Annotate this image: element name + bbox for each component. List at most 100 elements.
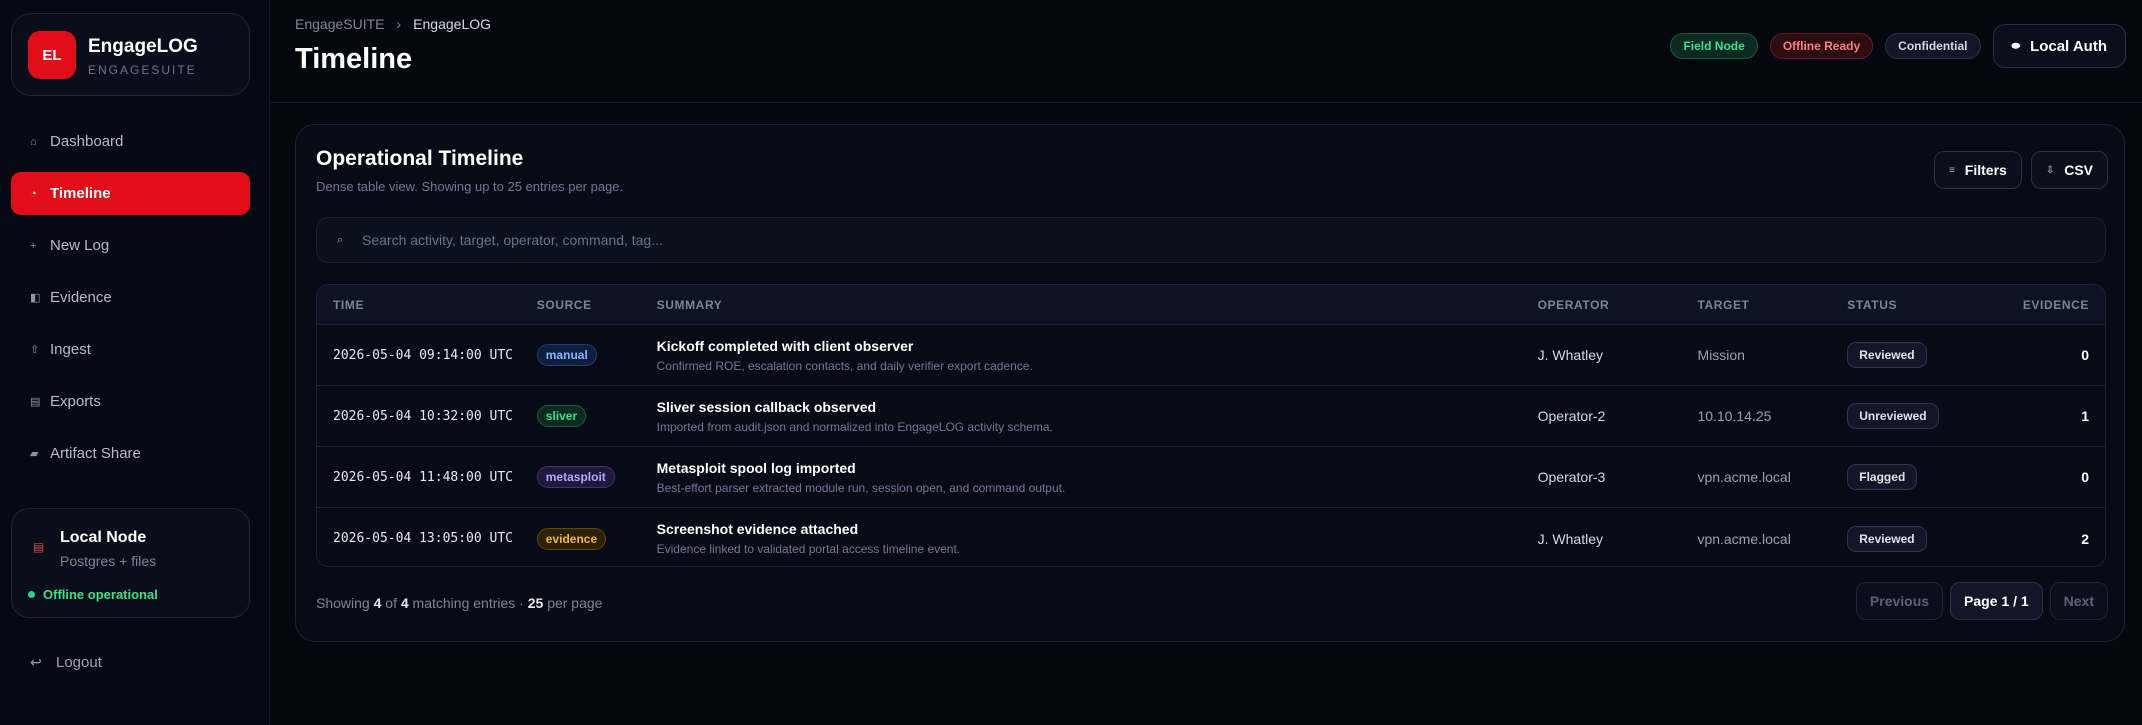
next-page-button[interactable]: Next [2049,582,2108,620]
row-operator: J. Whatley [1537,530,1603,547]
results-matching-label: matching entries · [412,595,524,611]
row-operator: Operator-2 [1537,408,1606,424]
sidebar-item-artifact-share[interactable]: ▰ Artifact Share [11,432,250,475]
panel-subtitle: Dense table view. Showing up to 25 entri… [316,179,624,194]
results-of-label: of [385,595,397,611]
row-evidence-count: 1 [2081,408,2089,424]
sidebar-item-new-log[interactable]: + New Log [11,224,250,267]
sidebar-item-timeline[interactable]: ◔ Timeline [11,172,250,215]
pagination: Previous Page 1 / 1 Next [1855,582,2108,620]
row-summary-description: Confirmed ROE, escalation contacts, and … [656,358,1033,373]
header-badges: Field Node Offline Ready Confidential ⬬ … [1670,24,2126,68]
row-summary-title: Metasploit spool log imported [656,459,856,476]
row-time: 2026-05-04 11:48:00 UTC [333,469,514,485]
local-auth-label: Local Auth [2030,37,2107,55]
evidence-icon: ◧ [30,292,41,304]
row-target: vpn.acme.local [1697,530,1791,547]
search-bar: ⌕ [316,217,2106,263]
row-evidence-count: 0 [2081,347,2089,363]
sidebar-item-label: Dashboard [50,133,124,150]
plus-icon: + [30,239,37,252]
sidebar-item-dashboard[interactable]: ⌂ Dashboard [11,120,250,163]
brand-subtitle: ENGAGESUITE [88,63,197,77]
offline-ready-badge: Offline Ready [1769,33,1874,59]
row-evidence-count: 2 [2081,530,2089,547]
sidebar-item-label: Artifact Share [50,445,141,462]
export-icon: ▤ [30,396,41,408]
search-input[interactable] [362,232,2062,248]
share-icon: ▰ [30,448,39,460]
row-target: 10.10.14.25 [1697,408,1772,424]
row-operator: Operator-3 [1537,469,1606,485]
upload-icon: ⇧ [30,344,40,356]
table-row[interactable]: 2026-05-04 09:14:00 UTC manual Kickoff c… [317,325,2105,386]
column-header-evidence[interactable]: EVIDENCE [1997,298,2105,312]
brand-name: EngageLOG [88,36,198,57]
breadcrumb: EngageSUITE › EngageLOG [295,16,491,32]
sidebar-item-label: Exports [50,393,101,410]
sidebar-item-exports[interactable]: ▤ Exports [11,380,250,423]
logout-button[interactable]: ↩ Logout [30,654,102,671]
row-time: 2026-05-04 13:05:00 UTC [333,531,514,546]
brand-card[interactable]: EL EngageLOG ENGAGESUITE [11,13,250,96]
row-evidence-count: 0 [2081,469,2089,485]
page-header: EngageSUITE › EngageLOG Timeline Field N… [270,0,2142,103]
row-summary-title: Screenshot evidence attached [656,521,859,537]
sidebar-item-label: Ingest [50,341,91,358]
column-header-time[interactable]: TIME [317,298,537,312]
row-target: vpn.acme.local [1697,469,1791,485]
filters-button[interactable]: ≡ Filters [1933,151,2022,189]
page-title: Timeline [295,43,413,75]
results-per-page-label: per page [547,595,603,611]
sidebar-item-label: Evidence [50,289,112,306]
row-time: 2026-05-04 09:14:00 UTC [333,347,514,363]
column-header-operator[interactable]: OPERATOR [1538,298,1698,312]
sidebar-item-label: New Log [50,237,110,254]
previous-page-button[interactable]: Previous [1855,582,1944,620]
breadcrumb-current: EngageLOG [413,16,492,32]
table-row[interactable]: 2026-05-04 10:32:00 UTC sliver Sliver se… [317,386,2105,447]
table-header: TIME SOURCE SUMMARY OPERATOR TARGET STAT… [317,285,2105,325]
row-summary-description: Best-effort parser extracted module run,… [656,480,1066,495]
sidebar-nav: ⌂ Dashboard ◔ Timeline + New Log ◧ Evide… [11,120,250,484]
download-icon: ⇩ [2045,164,2055,176]
page-indicator: Page 1 / 1 [1950,582,2043,620]
table-row[interactable]: 2026-05-04 13:05:00 UTC evidence Screens… [317,508,2105,566]
timeline-panel: Operational Timeline Dense table view. S… [295,124,2125,642]
csv-export-button[interactable]: ⇩ CSV [2030,151,2108,189]
database-icon: ▤ [33,540,45,554]
row-summary-title: Kickoff completed with client observer [656,337,914,354]
results-total-count: 4 [400,595,409,611]
breadcrumb-link-engagesuite[interactable]: EngageSUITE [295,16,385,32]
status-badge: Flagged [1847,464,1918,490]
source-tag: evidence [536,527,607,550]
column-header-summary[interactable]: SUMMARY [657,298,1538,312]
node-status: Offline operational [28,587,158,602]
sidebar: EL EngageLOG ENGAGESUITE ⌂ Dashboard ◔ T… [0,0,270,725]
results-showing-label: Showing [316,595,370,611]
node-status-label: Offline operational [43,587,158,602]
row-operator: J. Whatley [1537,347,1603,363]
sidebar-item-label: Timeline [50,185,111,202]
node-title: Local Node [60,529,147,546]
column-header-source[interactable]: SOURCE [537,298,657,312]
column-header-target[interactable]: TARGET [1697,298,1847,312]
results-per-page-count: 25 [527,595,544,611]
field-node-badge: Field Node [1670,33,1758,59]
row-summary-description: Evidence linked to validated portal acce… [656,542,961,556]
table-row[interactable]: 2026-05-04 11:48:00 UTC metasploit Metas… [317,447,2105,508]
row-summary-title: Sliver session callback observed [656,398,877,415]
status-badge: Reviewed [1847,525,1927,552]
column-header-status[interactable]: STATUS [1847,298,1997,312]
panel-title: Operational Timeline [316,147,524,170]
results-summary: Showing 4 of 4 matching entries · 25 per… [316,595,602,611]
search-icon: ⌕ [337,233,344,246]
status-dot-icon [28,591,35,598]
key-icon: ⬬ [2011,40,2021,52]
home-icon: ⌂ [30,135,37,148]
local-auth-button[interactable]: ⬬ Local Auth [1992,24,2126,68]
sidebar-item-ingest[interactable]: ⇧ Ingest [11,328,250,371]
panel-actions: ≡ Filters ⇩ CSV [1933,151,2108,189]
timeline-table: TIME SOURCE SUMMARY OPERATOR TARGET STAT… [316,284,2106,567]
sidebar-item-evidence[interactable]: ◧ Evidence [11,276,250,319]
